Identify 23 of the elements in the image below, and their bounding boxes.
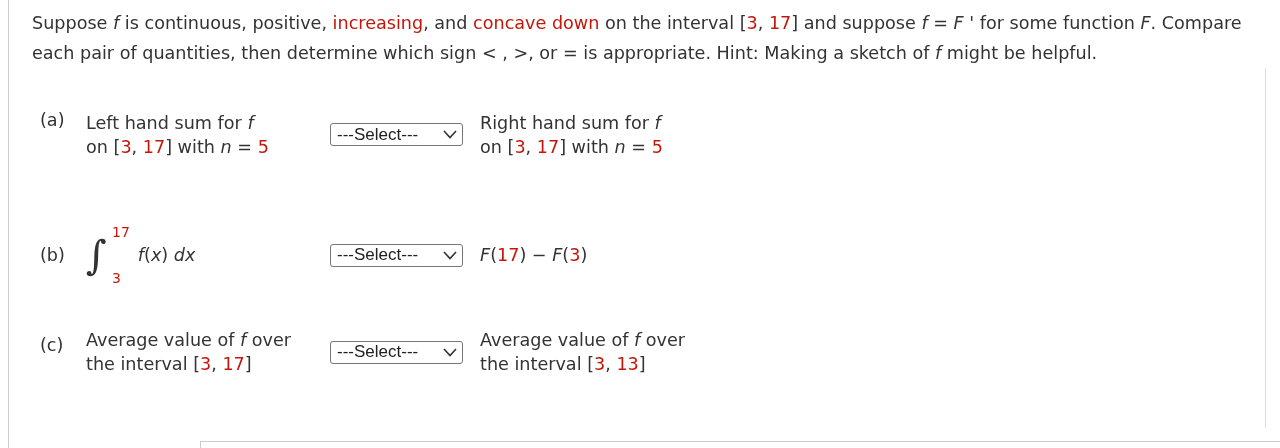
chevron-icon xyxy=(443,347,457,357)
integral-sign: ∫ xyxy=(86,235,108,275)
chevron-icon xyxy=(443,250,457,260)
upper-limit: 17 xyxy=(112,224,130,240)
chevron-icon xyxy=(443,130,457,139)
part-label: (c) xyxy=(40,335,65,355)
quantity-text: Average value of f over xyxy=(480,329,687,352)
quantity-text: Left hand sum for f xyxy=(86,111,257,135)
quantity-text: the interval [3, 13] xyxy=(480,353,647,376)
quantity-text: F(17) − F(3) xyxy=(480,244,589,267)
select-dropdown[interactable]: ---Select--- xyxy=(330,340,463,364)
part-label: (b) xyxy=(40,245,66,265)
part-label: (a) xyxy=(40,110,66,130)
select-dropdown[interactable]: ---Select--- xyxy=(330,123,463,146)
question-text: Suppose f is continuous, positive, increasing, and concave down on the interval [3, 17] and suppose f = F ' for some function F. Compare each pair of quantities, then determine which sign < , >, or = is appropriate. Hint: Making a sketch of f might be helpful. xyxy=(32,12,1243,65)
select-dropdown[interactable]: ---Select--- xyxy=(330,243,463,267)
quantity-text: the interval [3, 17] xyxy=(86,353,253,376)
quantity-text: on [3, 17] with n = 5 xyxy=(480,135,664,159)
lower-limit: 3 xyxy=(112,270,122,286)
quantity-text: on [3, 17] with n = 5 xyxy=(86,135,270,159)
integrand: f(x) dx xyxy=(137,245,196,265)
quantity-text: Average value of f over xyxy=(86,329,293,352)
quantity-text: Right hand sum for f xyxy=(480,111,664,135)
